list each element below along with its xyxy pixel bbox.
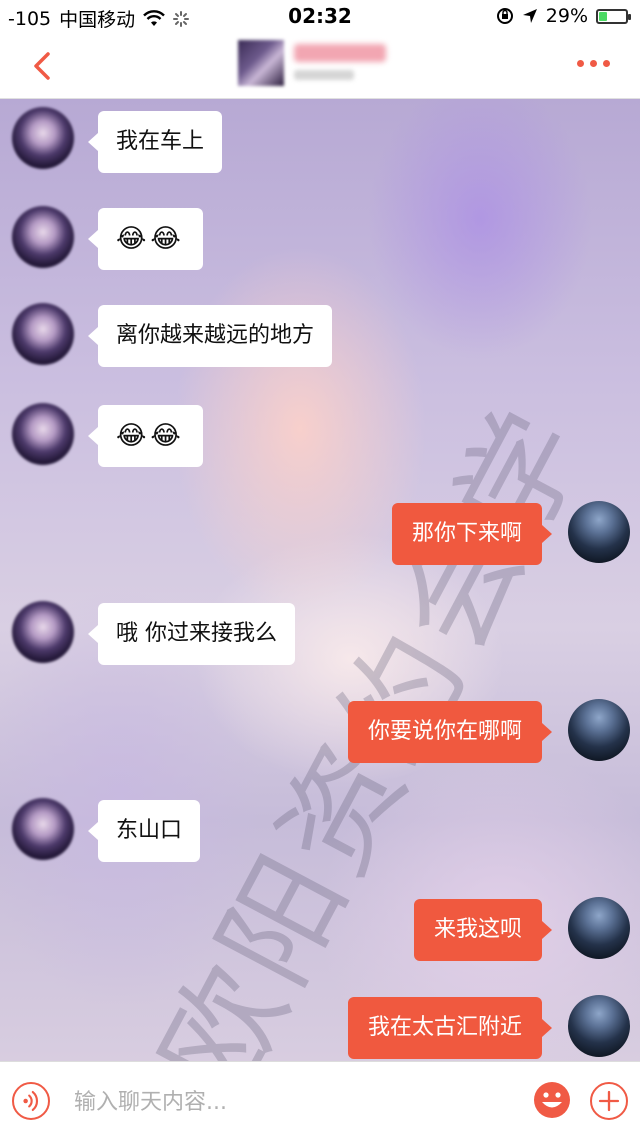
message-row: 我在太古汇附近 [0,993,640,1061]
incoming-message-bubble[interactable]: 离你越来越远的地方 [87,305,333,367]
message-row: 那你下来啊 [0,499,640,569]
voice-input-icon[interactable] [12,1082,50,1120]
sender-avatar[interactable] [12,601,74,663]
sender-avatar[interactable] [12,798,74,860]
message-row: 哦 你过来接我么 [0,599,640,669]
more-dots-icon[interactable] [577,60,610,67]
battery-level-fill [599,11,607,21]
chat-message-list[interactable]: 欧阳资约会学 我在车上 😂😂 离你越来越远的地方 😂😂 那你下来啊 哦 你过来接… [0,99,640,1061]
contact-name-blurred [294,44,386,62]
message-row: 我在车上 [0,105,640,175]
sender-avatar[interactable] [12,303,74,365]
message-row: 离你越来越远的地方 [0,301,640,371]
status-right: 29% [496,5,631,27]
location-arrow-icon [522,9,537,23]
message-input-bar [0,1061,640,1138]
incoming-message-bubble[interactable]: 哦 你过来接我么 [88,603,295,665]
message-row: 东山口 [0,796,640,866]
battery-icon [596,8,631,24]
chevron-left-icon[interactable] [24,46,64,86]
incoming-message-bubble[interactable]: 我在车上 [87,111,223,173]
sender-avatar[interactable] [12,107,74,169]
my-avatar[interactable] [568,699,630,761]
incoming-message-bubble[interactable]: 东山口 [87,800,201,862]
message-row: 你要说你在哪啊 [0,697,640,767]
contact-avatar[interactable] [238,40,284,86]
sender-avatar[interactable] [12,206,74,268]
outgoing-message-bubble[interactable]: 那你下来啊 [391,503,553,565]
outgoing-message-bubble[interactable]: 我在太古汇附近 [347,997,553,1059]
my-avatar[interactable] [568,897,630,959]
incoming-message-bubble[interactable]: 😂😂 [88,405,203,467]
message-row: 😂😂 [0,204,640,274]
contact-status-blurred [294,70,354,80]
outgoing-message-bubble[interactable]: 来我这呗 [413,899,553,961]
battery-percent: 29% [545,5,588,27]
plus-icon[interactable] [590,1082,628,1120]
status-bar: -105 中国移动 02:32 29% [0,0,640,34]
orientation-lock-icon [496,8,513,24]
emoji-icon[interactable] [532,1080,572,1120]
message-row: 来我这呗 [0,895,640,965]
my-avatar[interactable] [568,501,630,563]
message-row: 😂😂 [0,401,640,471]
outgoing-message-bubble[interactable]: 你要说你在哪啊 [347,701,553,763]
incoming-message-bubble[interactable]: 😂😂 [88,208,203,270]
sender-avatar[interactable] [12,403,74,465]
my-avatar[interactable] [568,995,630,1057]
chat-header [0,34,640,99]
chat-text-input[interactable] [72,1078,516,1126]
